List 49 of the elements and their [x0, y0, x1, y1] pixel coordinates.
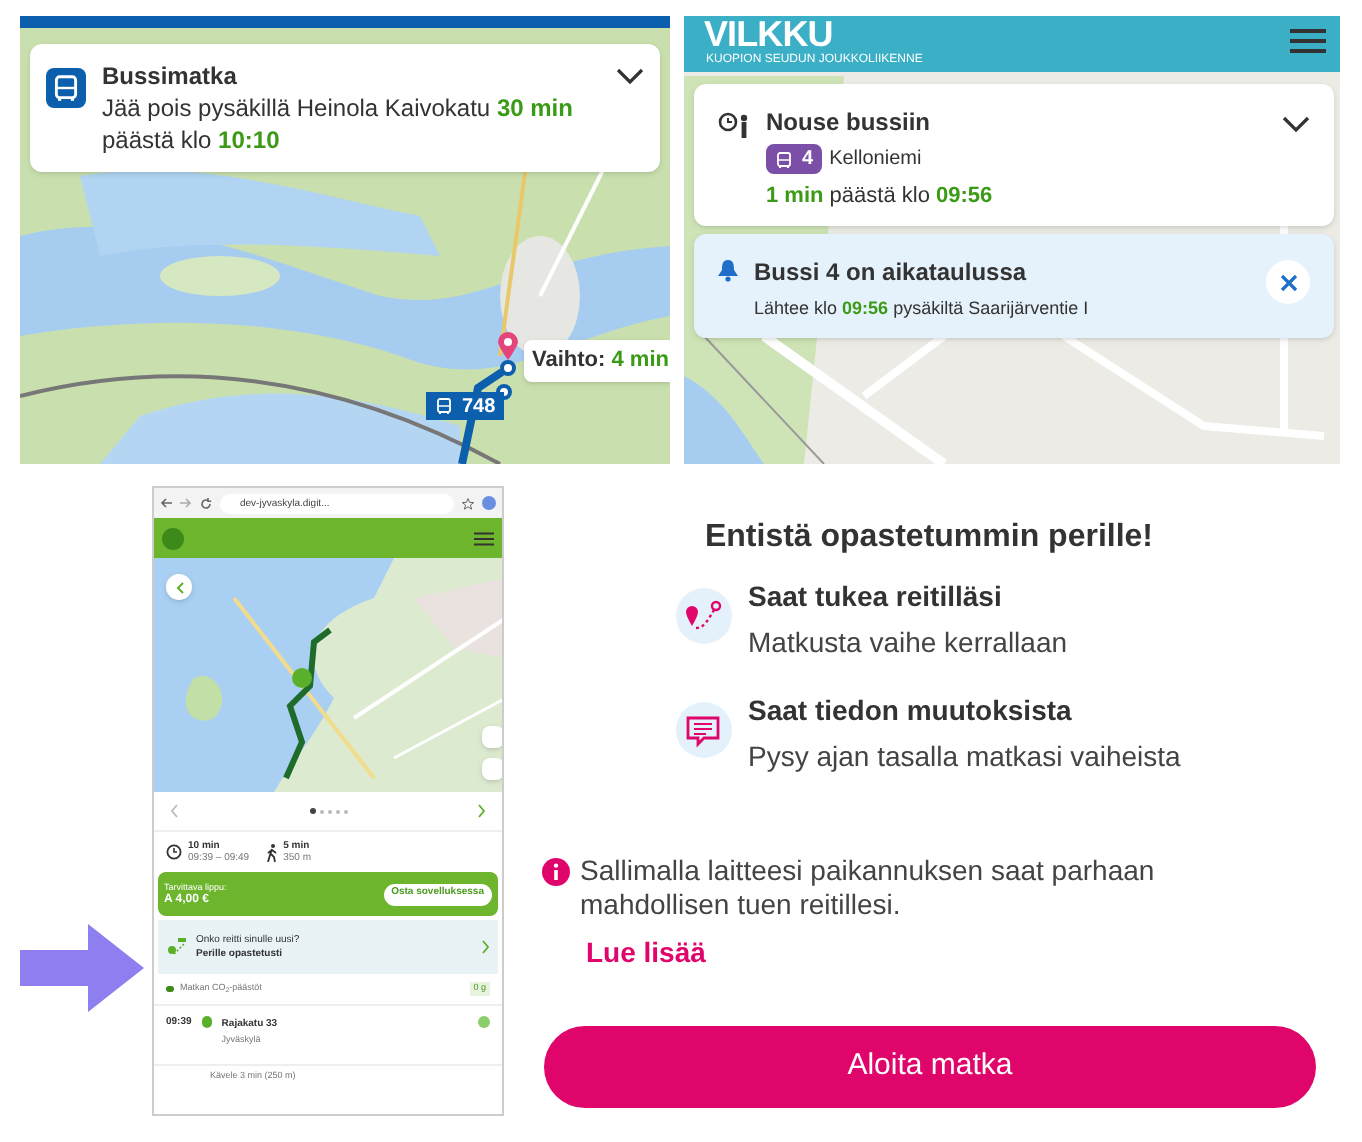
route-icon: [166, 937, 190, 957]
app-logo-icon: [162, 527, 184, 549]
chevron-right-icon: [482, 940, 490, 954]
card-title: Nouse bussiin: [766, 108, 933, 138]
bus-icon: [774, 149, 794, 169]
alert-text: Lähtee klo 09:56 pysäkiltä Saarijärventie I: [754, 296, 1091, 322]
stop-icon: [478, 1016, 490, 1028]
chevron-down-icon[interactable]: [1282, 116, 1310, 134]
profile-icon[interactable]: [482, 496, 496, 510]
back-icon[interactable]: [160, 498, 172, 508]
route-badge: 748: [426, 392, 504, 420]
destination: Kelloniemi: [829, 146, 922, 174]
start-button[interactable]: Aloita matka: [544, 1026, 1316, 1108]
menu-icon[interactable]: [474, 531, 494, 545]
forward-icon[interactable]: [180, 498, 192, 508]
feature-text: Matkusta vaihe kerrallaan: [748, 624, 1068, 660]
stop-pin-icon: [201, 1016, 212, 1028]
info-text: Sallimalla laitteesi paikannuksen saat parhaan mahdollisen tuen reitillesi.: [580, 854, 1157, 922]
chevron-down-icon[interactable]: [616, 68, 644, 86]
next-icon[interactable]: [478, 804, 486, 818]
logo: VILKKU: [704, 16, 833, 54]
bell-icon: [718, 260, 738, 282]
chevron-left-icon: [175, 581, 183, 593]
walking-person-icon: [265, 843, 278, 861]
intro-title: Entistä opastetummin perille!: [702, 518, 1156, 558]
reload-icon[interactable]: [200, 497, 212, 509]
info-icon: [542, 858, 570, 886]
line-badge: 4: [766, 144, 822, 174]
feature-text: Pysy ajan tasalla matkasi vaiheista: [748, 738, 1181, 774]
message-icon: [676, 702, 732, 758]
menu-icon[interactable]: [1290, 28, 1326, 54]
alert-title: Bussi 4 on aikataulussa: [754, 258, 1029, 286]
clock-icon: [166, 844, 182, 860]
bus-icon: [46, 68, 86, 108]
transfer-callout: Vaihto: 4 min: [524, 340, 670, 381]
route-pins-icon: [676, 588, 732, 644]
departure-time: 1 min päästä klo 09:56: [766, 182, 995, 212]
feature-title: Saat tiedon muutoksista: [748, 692, 1074, 728]
star-icon[interactable]: [462, 497, 474, 509]
feature-title: Saat tukea reitilläsi: [748, 578, 1004, 614]
card-text: Jää pois pysäkillä Heinola Kaivokatu 30 min päästä klo 10:10: [102, 92, 575, 156]
card-title: Bussimatka: [102, 60, 239, 92]
close-button[interactable]: [1266, 260, 1310, 304]
bus-icon: [434, 396, 454, 416]
pin-icon: [498, 332, 518, 360]
close-icon: [1279, 273, 1297, 291]
pointer-arrow: [20, 924, 144, 1012]
previous-icon[interactable]: [170, 804, 178, 818]
read-more-link[interactable]: Lue lisää: [586, 932, 706, 974]
